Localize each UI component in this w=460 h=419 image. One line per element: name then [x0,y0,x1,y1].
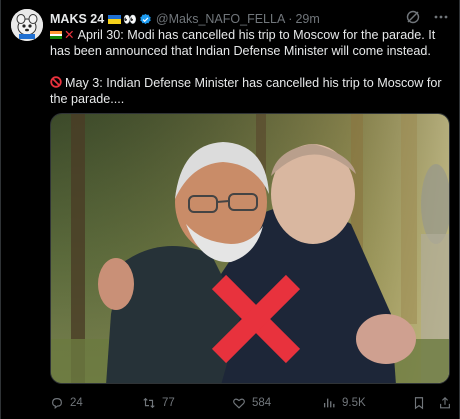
more-icon[interactable] [433,9,449,25]
timestamp[interactable]: 29m [295,12,319,26]
tweet-actions: 24 77 584 9.5K [50,394,452,412]
tweet-photo[interactable] [50,113,450,384]
tweet-line-1: April 30: Modi has cancelled his trip to… [50,28,436,58]
tweet-header: MAKS 24 👀 @Maks_NAFO_FELLA · 29m [50,10,320,28]
bookmark-icon [414,397,424,410]
header-actions [405,9,449,25]
repost-count: 77 [162,397,175,409]
repost-button[interactable]: 77 [142,396,175,410]
like-count: 584 [252,397,272,409]
reply-icon [52,398,62,409]
like-button[interactable]: 584 [232,396,271,410]
separator-dot: · [288,12,293,26]
tweet-paragraph-2: May 3: Indian Defense Minister has cance… [50,75,452,107]
tweet-paragraph-1: ✕ April 30: Modi has cancelled his trip t… [50,27,452,59]
share-icon [440,396,450,409]
avatar[interactable] [11,9,43,41]
tweet-line-2: May 3: Indian Defense Minister has cance… [50,76,442,106]
eyes-emoji: 👀 [123,13,137,26]
heart-icon [233,398,245,409]
views-icon [323,398,335,408]
views-button[interactable]: 9.5K [322,396,366,410]
repost-icon [143,397,155,409]
india-flag-icon [50,31,62,39]
bookmark-button[interactable] [412,396,426,410]
prohibited-icon [50,76,62,88]
avatar-icon [11,9,43,41]
verified-badge-icon [140,13,151,24]
cross-mark-icon: ✕ [64,28,75,42]
grok-icon[interactable] [405,9,421,25]
photo-image [51,114,449,383]
share-button[interactable] [438,396,452,410]
views-count: 9.5K [342,397,366,409]
tweet[interactable]: MAKS 24 👀 @Maks_NAFO_FELLA · 29m ✕ April … [0,0,460,419]
reply-count: 24 [70,397,83,409]
user-handle[interactable]: @Maks_NAFO_FELLA [156,12,285,26]
display-name[interactable]: MAKS 24 [50,12,104,26]
reply-button[interactable]: 24 [50,396,83,410]
tweet-text: ✕ April 30: Modi has cancelled his trip t… [50,27,452,107]
ukraine-flag-icon [108,14,122,24]
